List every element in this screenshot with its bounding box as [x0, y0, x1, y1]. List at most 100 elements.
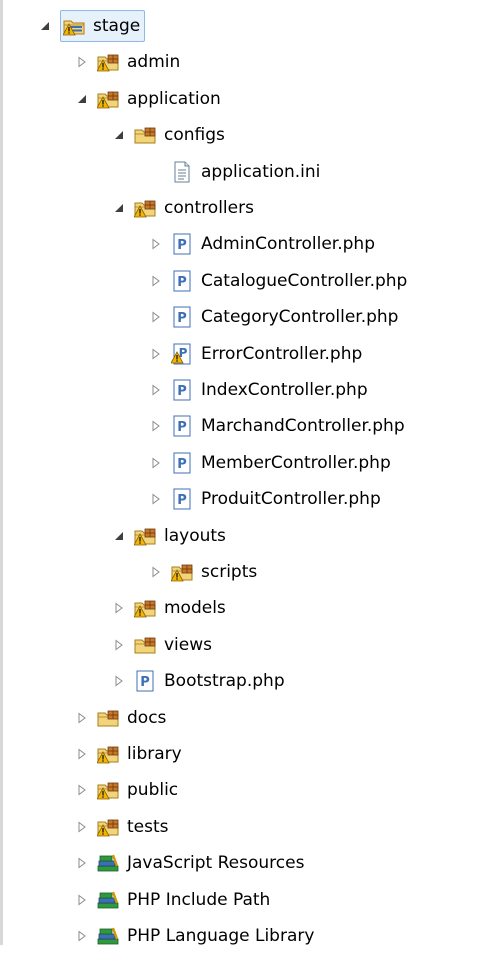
package-folder-warning-icon	[134, 597, 156, 619]
node-docs[interactable]: docs	[73, 700, 166, 736]
library-books-icon	[97, 852, 119, 874]
collapsed-arrow-icon[interactable]	[73, 745, 91, 763]
package-folder-warning-icon	[134, 525, 156, 547]
node-label: docs	[127, 707, 167, 728]
collapsed-arrow-icon[interactable]	[73, 709, 91, 727]
node-label: configs	[164, 125, 225, 146]
php-file-icon: P	[171, 233, 193, 255]
package-folder-warning-icon	[97, 779, 119, 801]
collapsed-arrow-icon[interactable]	[73, 927, 91, 945]
node-views[interactable]: views	[110, 627, 212, 663]
node-errorcontroller[interactable]: P ErrorController.php	[147, 336, 362, 372]
node-label: JavaScript Resources	[127, 853, 305, 874]
php-file-icon: P	[171, 306, 193, 328]
collapsed-arrow-icon[interactable]	[73, 891, 91, 909]
node-javascript-resources[interactable]: JavaScript Resources	[73, 845, 304, 881]
node-library[interactable]: library	[73, 736, 182, 772]
node-label: AdminController.php	[201, 234, 376, 255]
node-scripts[interactable]: scripts	[147, 554, 257, 590]
node-marchandcontroller[interactable]: P MarchandController.php	[147, 408, 405, 444]
node-bootstrap[interactable]: P Bootstrap.php	[110, 663, 285, 699]
library-books-icon	[97, 889, 119, 911]
collapsed-arrow-icon[interactable]	[147, 490, 165, 508]
package-folder-warning-icon	[171, 561, 193, 583]
node-label: library	[127, 744, 182, 764]
node-layouts[interactable]: layouts	[110, 518, 226, 554]
collapsed-arrow-icon[interactable]	[147, 381, 165, 399]
node-configs[interactable]: configs	[110, 117, 225, 153]
php-file-icon: P	[134, 670, 156, 692]
collapsed-arrow-icon[interactable]	[147, 308, 165, 326]
node-label: tests	[127, 816, 169, 837]
node-admincontroller[interactable]: P AdminController.php	[147, 226, 375, 262]
expanded-arrow-icon[interactable]	[110, 199, 128, 217]
node-admin[interactable]: admin	[73, 44, 180, 80]
collapsed-arrow-icon[interactable]	[147, 454, 165, 472]
expanded-arrow-icon[interactable]	[110, 126, 128, 144]
collapsed-arrow-icon[interactable]	[73, 53, 91, 71]
collapsed-arrow-icon[interactable]	[110, 636, 128, 654]
node-label: layouts	[164, 525, 226, 546]
node-label: PHP Language Library	[127, 926, 315, 946]
expanded-arrow-icon[interactable]	[73, 90, 91, 108]
collapsed-arrow-icon[interactable]	[73, 854, 91, 872]
node-cataloguecontroller[interactable]: P CatalogueController.php	[147, 263, 407, 299]
node-label: controllers	[164, 198, 254, 218]
toggle-spacer	[147, 163, 165, 181]
svg-text:P: P	[177, 275, 187, 290]
svg-text:P: P	[140, 675, 150, 690]
svg-text:P: P	[177, 457, 187, 472]
collapsed-arrow-icon[interactable]	[110, 599, 128, 617]
node-label: application	[127, 88, 221, 109]
node-label: PHP Include Path	[127, 889, 271, 910]
node-produitcontroller[interactable]: P ProduitController.php	[147, 481, 381, 517]
collapsed-arrow-icon[interactable]	[110, 672, 128, 690]
node-application[interactable]: application	[73, 81, 221, 117]
expanded-arrow-icon[interactable]	[36, 17, 54, 35]
package-folder-warning-icon	[97, 88, 119, 110]
php-file-icon: P	[171, 415, 193, 437]
node-label: public	[127, 780, 179, 801]
node-membercontroller[interactable]: P MemberController.php	[147, 445, 391, 481]
node-label: ProduitController.php	[201, 489, 381, 510]
node-label: Bootstrap.php	[164, 671, 285, 692]
node-label: MemberController.php	[201, 452, 391, 473]
view-left-border	[0, 0, 3, 945]
svg-text:P: P	[177, 420, 187, 435]
node-public[interactable]: public	[73, 772, 178, 808]
collapsed-arrow-icon[interactable]	[147, 345, 165, 363]
php-file-icon: P	[171, 452, 193, 474]
collapsed-arrow-icon[interactable]	[147, 563, 165, 581]
collapsed-arrow-icon[interactable]	[147, 235, 165, 253]
node-controllers[interactable]: controllers	[110, 190, 254, 226]
node-label: admin	[127, 52, 181, 73]
node-label: application.ini	[201, 161, 321, 182]
php-file-icon: P	[171, 379, 193, 401]
node-models[interactable]: models	[110, 590, 226, 626]
node-php-include-path[interactable]: PHP Include Path	[73, 882, 270, 918]
node-tests[interactable]: tests	[73, 809, 169, 845]
node-stage[interactable]: stage	[36, 8, 146, 44]
package-folder-icon	[97, 707, 119, 729]
collapsed-arrow-icon[interactable]	[147, 272, 165, 290]
collapsed-arrow-icon[interactable]	[73, 818, 91, 836]
collapsed-arrow-icon[interactable]	[147, 417, 165, 435]
package-folder-warning-icon	[97, 743, 119, 765]
node-label: scripts	[201, 562, 258, 582]
node-categorycontroller[interactable]: P CategoryController.php	[147, 299, 398, 335]
node-application-ini[interactable]: application.ini	[147, 154, 320, 190]
selected-node-highlight[interactable]: stage	[60, 10, 146, 42]
node-label: CategoryController.php	[201, 307, 399, 328]
library-books-icon	[97, 925, 119, 947]
node-label: IndexController.php	[201, 380, 368, 400]
svg-text:P: P	[177, 384, 187, 399]
php-file-icon: P	[171, 488, 193, 510]
expanded-arrow-icon[interactable]	[110, 527, 128, 545]
project-folder-warning-icon	[63, 15, 85, 37]
svg-text:P: P	[177, 311, 187, 326]
node-php-language-library[interactable]: PHP Language Library	[73, 918, 314, 954]
collapsed-arrow-icon[interactable]	[73, 781, 91, 799]
node-indexcontroller[interactable]: P IndexController.php	[147, 372, 368, 408]
node-label: views	[164, 634, 213, 655]
package-folder-warning-icon	[97, 816, 119, 838]
